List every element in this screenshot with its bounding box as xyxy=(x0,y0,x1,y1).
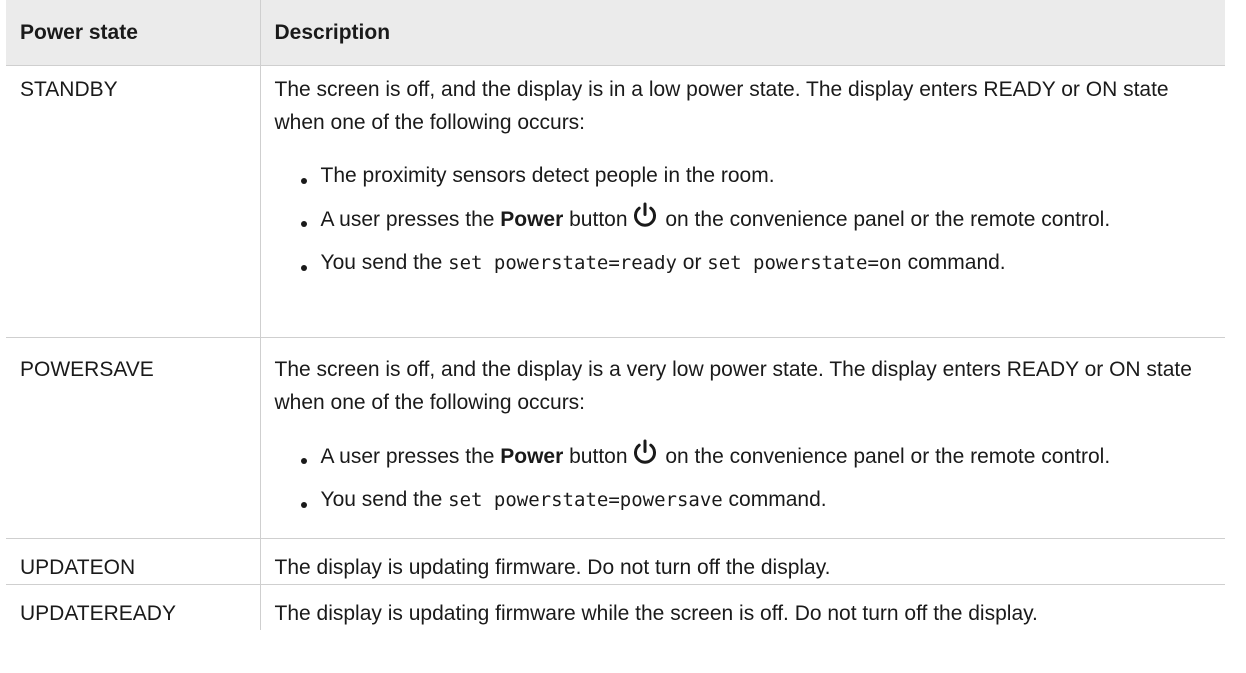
power-state-cell: UPDATEON xyxy=(6,538,261,585)
table-row: POWERSAVE The screen is off, and the dis… xyxy=(6,337,1225,539)
description-text: The screen is off, and the display is in… xyxy=(274,78,1169,134)
description-cell: The display is updating firmware. Do not… xyxy=(260,538,1225,585)
table-row: UPDATEON The display is updating firmwar… xyxy=(6,538,1225,585)
power-state-cell: UPDATEREADY xyxy=(6,584,261,630)
header-power-state: Power state xyxy=(6,0,261,66)
power-states-table: Power state Description STANDBY The scre… xyxy=(6,0,1225,630)
power-state-cell: STANDBY xyxy=(6,65,261,338)
power-label: Power xyxy=(500,445,564,468)
list-item: You send the set powerstate=powersave co… xyxy=(300,483,1218,517)
condition-list: A user presses the Power button on the c… xyxy=(275,439,1218,517)
list-item: The proximity sensors detect people in t… xyxy=(300,159,1218,192)
table-row: UPDATEREADY The display is updating firm… xyxy=(6,584,1225,630)
description-text: The screen is off, and the display is a … xyxy=(274,358,1192,414)
power-label: Power xyxy=(500,208,564,231)
code-snippet: set powerstate=ready xyxy=(448,252,677,274)
condition-list: The proximity sensors detect people in t… xyxy=(275,159,1218,280)
list-item: A user presses the Power button on the c… xyxy=(300,439,1218,473)
list-item: A user presses the Power button on the c… xyxy=(300,202,1218,236)
power-state-cell: POWERSAVE xyxy=(6,337,261,539)
table-header-row: Power state Description xyxy=(6,0,1225,66)
description-cell: The display is updating firmware while t… xyxy=(260,584,1225,630)
list-item: You send the set powerstate=ready or set… xyxy=(300,246,1218,280)
code-snippet: set powerstate=powersave xyxy=(448,489,723,511)
description-cell: The screen is off, and the display is a … xyxy=(260,337,1225,539)
code-snippet: set powerstate=on xyxy=(707,252,902,274)
power-icon xyxy=(633,439,656,464)
table-row: STANDBY The screen is off, and the displ… xyxy=(6,65,1225,338)
description-cell: The screen is off, and the display is in… xyxy=(260,65,1225,338)
header-description: Description xyxy=(260,0,1225,66)
power-icon xyxy=(633,202,656,227)
